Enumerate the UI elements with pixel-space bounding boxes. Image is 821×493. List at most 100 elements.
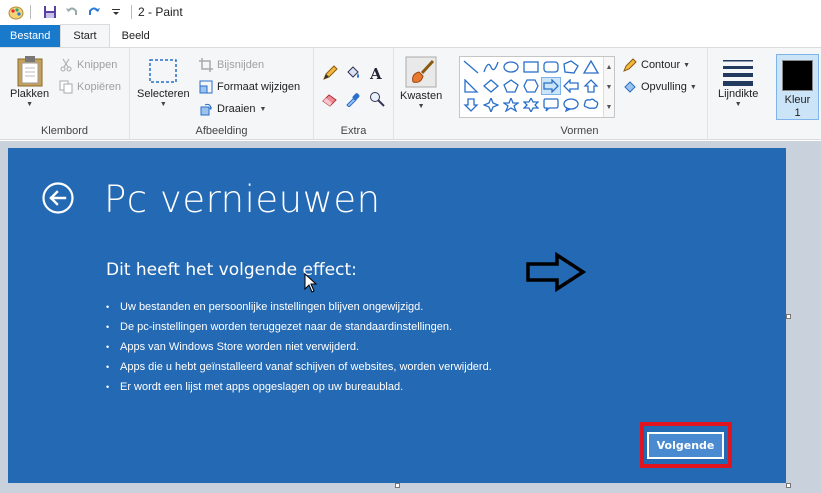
paste-label: Plakken (10, 88, 50, 100)
brushes-button[interactable]: Kwasten ▼ (400, 54, 442, 110)
crop-icon (198, 57, 214, 73)
resize-handle-corner[interactable] (786, 483, 791, 488)
line-size-icon (722, 54, 754, 88)
shapes-gallery: ▲ ▼ ▼ (459, 56, 615, 118)
rectangle-shape-icon[interactable] (521, 58, 541, 76)
section-heading: Dit heeft het volgende effect: (106, 260, 357, 280)
shapes-group-label: Vormen (560, 125, 599, 137)
hexagon-shape-icon[interactable] (521, 77, 541, 95)
color-label-text: Kleur (784, 94, 811, 106)
copy-label: Kopiëren (77, 81, 122, 93)
list-item: • Apps van Windows Store worden niet verw… (106, 337, 626, 357)
diamond-shape-icon[interactable] (481, 77, 501, 95)
down-arrow-shape-icon[interactable] (461, 96, 481, 114)
paint-app-icon[interactable] (8, 4, 24, 20)
color-1-swatch (782, 60, 813, 91)
fill-label: Opvulling (641, 81, 687, 93)
pentagon-shape-icon[interactable] (501, 77, 521, 95)
ribbon-tabs: Bestand Start Beeld (0, 24, 821, 48)
brushes-label: Kwasten (400, 90, 443, 102)
outline-button[interactable]: Contour ▼ (622, 56, 690, 74)
separator (30, 5, 31, 19)
left-arrow-shape-icon[interactable] (561, 77, 581, 95)
oval-callout-shape-icon[interactable] (561, 96, 581, 114)
curve-shape-icon[interactable] (481, 58, 501, 76)
rounded-callout-shape-icon[interactable] (541, 96, 561, 114)
tab-home[interactable]: Start (60, 24, 110, 47)
crop-button[interactable]: Bijsnijden (198, 56, 264, 74)
svg-text:A: A (369, 65, 382, 81)
tab-file[interactable]: Bestand (0, 25, 61, 47)
color-1-button[interactable]: Kleur 1 (776, 54, 819, 120)
chevron-down-icon: ▼ (683, 62, 691, 69)
copy-icon (58, 79, 74, 95)
customize-quick-access-icon[interactable] (107, 3, 125, 21)
four-point-star-shape-icon[interactable] (481, 96, 501, 114)
chevron-down-icon: ▼ (259, 106, 267, 113)
color-1-label: Kleur 1 (777, 94, 818, 120)
polygon-shape-icon[interactable] (561, 58, 581, 76)
outline-pencil-icon (622, 57, 638, 73)
line-size-button[interactable]: Lijndikte ▼ (718, 54, 758, 108)
effects-list: • Uw bestanden en persoonlijke instelling… (106, 297, 626, 397)
rounded-rectangle-shape-icon[interactable] (541, 58, 561, 76)
up-arrow-shape-icon[interactable] (581, 77, 601, 95)
copy-button[interactable]: Kopiëren (58, 78, 121, 96)
undo-icon[interactable] (63, 3, 81, 21)
next-button[interactable]: Volgende (647, 432, 724, 459)
shapes-group: ▲ ▼ ▼ Contour ▼ Opvulling ▼ Vormen (452, 48, 708, 140)
title-bar: 2 - Paint (0, 0, 821, 24)
paste-button[interactable]: Plakken ▼ (10, 54, 49, 108)
brushes-group: Kwasten ▼ (394, 48, 452, 140)
text-icon[interactable]: A (369, 64, 385, 82)
right-arrow-shape-icon[interactable] (541, 77, 561, 95)
resize-icon (198, 79, 214, 95)
list-item-text: Apps die u hebt geïnstalleerd vanaf schi… (120, 361, 492, 373)
drawing-canvas[interactable]: Pc vernieuwen Dit heeft het volgende eff… (8, 148, 786, 483)
list-item-text: Uw bestanden en persoonlijke instellinge… (120, 301, 424, 313)
image-group-label: Afbeelding (195, 125, 248, 137)
eraser-icon[interactable] (322, 90, 338, 108)
list-item: • Uw bestanden en persoonlijke instelling… (106, 297, 626, 317)
triangle-shape-icon[interactable] (581, 58, 601, 76)
save-icon[interactable] (41, 3, 59, 21)
chevron-up-icon[interactable]: ▲ (606, 64, 613, 71)
cut-label: Knippen (77, 59, 118, 71)
select-button[interactable]: Selecteren ▼ (137, 54, 190, 108)
canvas-area: Pc vernieuwen Dit heeft het volgende eff… (0, 141, 821, 493)
fill-bucket-icon[interactable] (345, 64, 361, 82)
five-point-star-shape-icon[interactable] (501, 96, 521, 114)
resize-handle-right[interactable] (786, 314, 791, 319)
tab-view[interactable]: Beeld (110, 25, 162, 47)
redo-icon[interactable] (85, 3, 103, 21)
right-triangle-shape-icon[interactable] (461, 77, 481, 95)
fill-icon (622, 79, 638, 95)
fill-button[interactable]: Opvulling ▼ (622, 78, 697, 96)
color-index: 1 (794, 107, 801, 119)
tools-group-label: Extra (340, 125, 367, 137)
resize-handle-bottom[interactable] (395, 483, 400, 488)
color-picker-icon[interactable] (345, 90, 361, 108)
resize-button[interactable]: Formaat wijzigen (198, 78, 300, 96)
cloud-callout-shape-icon[interactable] (581, 96, 601, 114)
list-item: • Apps die u hebt geïnstalleerd vanaf sch… (106, 357, 626, 377)
oval-shape-icon[interactable] (501, 58, 521, 76)
tools-group: A Extra (314, 48, 394, 140)
cut-button[interactable]: Knippen (58, 56, 117, 74)
six-point-star-shape-icon[interactable] (521, 96, 541, 114)
chevron-down-icon[interactable]: ▼ (606, 84, 613, 91)
window-title: 2 - Paint (138, 5, 183, 19)
shapes-gallery-scrollbar[interactable]: ▲ ▼ ▼ (603, 57, 614, 117)
pencil-icon[interactable] (322, 64, 338, 82)
separator (131, 5, 132, 19)
scissors-icon (58, 57, 74, 73)
list-item-text: Er wordt een lijst met apps opgeslagen o… (120, 381, 404, 393)
more-shapes-icon[interactable]: ▼ (606, 104, 613, 111)
chevron-down-icon: ▼ (26, 101, 34, 108)
rotate-label: Draaien (217, 103, 256, 115)
list-item: • Er wordt een lijst met apps opgeslagen … (106, 377, 626, 397)
magnifier-icon[interactable] (369, 90, 385, 108)
rotate-button[interactable]: Draaien ▼ (198, 100, 266, 118)
resize-label: Formaat wijzigen (217, 81, 301, 93)
line-shape-icon[interactable] (461, 58, 481, 76)
